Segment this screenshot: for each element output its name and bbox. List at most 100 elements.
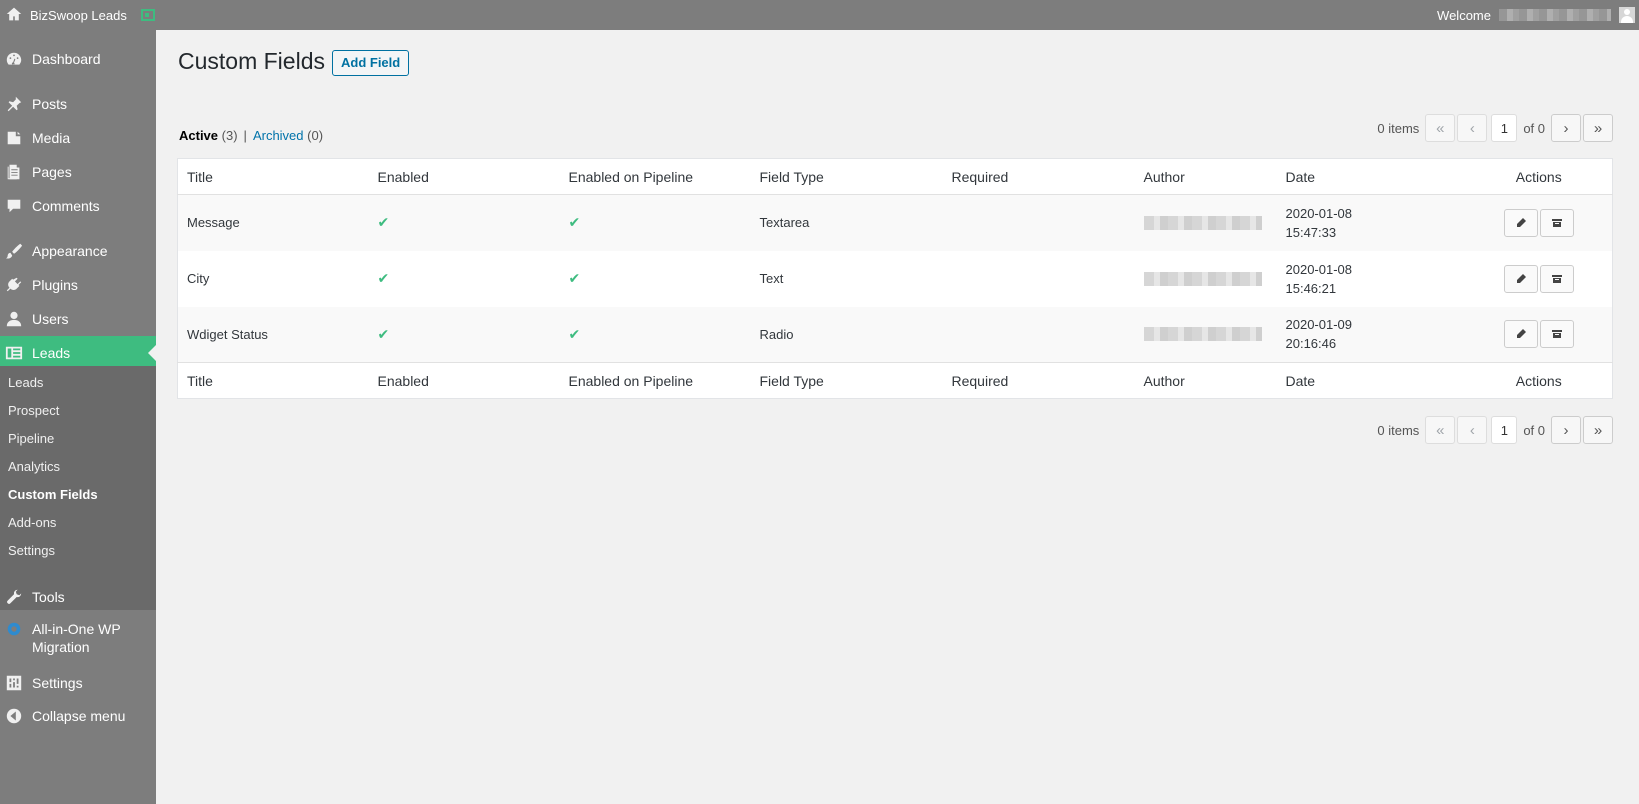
menu-leads[interactable]: Leads (0, 336, 156, 370)
table-header-row: Title Enabled Enabled on Pipeline Field … (177, 158, 1613, 195)
field-title: Message (187, 215, 240, 231)
archive-button[interactable] (1539, 264, 1574, 293)
menu-plugins[interactable]: Plugins (0, 272, 156, 298)
menu-label: Appearance (32, 243, 108, 259)
first-page-button: « (1425, 416, 1456, 444)
view-active-count: (3) (221, 128, 238, 143)
table-footer-row: Title Enabled Enabled on Pipeline Field … (177, 362, 1613, 399)
column-author: Author (1134, 158, 1277, 195)
submenu-prospect[interactable]: Prospect (8, 403, 59, 418)
submenu-add-ons[interactable]: Add-ons (8, 515, 56, 530)
home-icon (6, 6, 22, 25)
menu-label: Plugins (32, 277, 78, 293)
main-content: Custom Fields Add Field Active (3) | Archi… (156, 30, 1639, 804)
menu-collapse[interactable]: Collapse menu (0, 703, 156, 729)
add-field-button[interactable]: Add Field (332, 50, 410, 76)
column-required: Required (942, 362, 1135, 399)
menu-tools[interactable]: Tools (0, 584, 156, 610)
view-active-label: Active (179, 128, 219, 143)
prev-page-button: ‹ (1457, 416, 1488, 444)
total-pages: of 0 (1523, 120, 1545, 136)
leads-submenu: Leads Prospect Pipeline Analytics Custom… (0, 366, 156, 610)
field-date: 2020-01-09 20:16:46 (1277, 307, 1466, 363)
menu-label: All-in-One WP Migration (32, 621, 121, 655)
prev-page-button: ‹ (1457, 114, 1488, 142)
menu-comments[interactable]: Comments (0, 193, 156, 219)
submenu-settings[interactable]: Settings (8, 543, 55, 558)
menu-pages[interactable]: Pages (0, 159, 156, 185)
menu-posts[interactable]: Posts (0, 91, 156, 117)
menu-label: Posts (32, 96, 68, 112)
view-active[interactable]: Active (3) (179, 128, 238, 143)
edit-button[interactable] (1503, 208, 1538, 237)
next-page-button[interactable]: › (1551, 114, 1581, 142)
view-archived[interactable]: Archived (253, 128, 304, 143)
enabled-check-icon: ✔ (377, 325, 390, 342)
pipeline-check-icon: ✔ (568, 270, 581, 286)
total-pages: of 0 (1523, 422, 1545, 438)
field-date: 2020-01-08 15:47:33 (1277, 195, 1466, 251)
account-menu[interactable]: Welcome (1437, 7, 1639, 23)
view-separator: | (243, 128, 247, 143)
last-page-button[interactable]: » (1583, 114, 1613, 142)
column-enabled-on-pipeline: Enabled on Pipeline (559, 158, 751, 195)
redacted-author (1143, 327, 1262, 342)
table-row: Wdiget Status ✔ ✔ Radio 2020-01-09 20:16:… (177, 306, 1613, 363)
column-date[interactable]: Date (1276, 158, 1466, 195)
edit-button[interactable] (1503, 264, 1538, 293)
view-archived-count: (0) (307, 128, 324, 143)
current-page-input[interactable]: 1 (1491, 114, 1518, 142)
leads-badge-icon[interactable] (140, 9, 155, 21)
submenu-analytics[interactable]: Analytics (8, 459, 60, 474)
row-actions (1475, 264, 1604, 293)
next-page-button[interactable]: › (1551, 416, 1581, 444)
menu-dashboard[interactable]: Dashboard (0, 46, 156, 72)
column-actions: Actions (1465, 362, 1613, 399)
archive-icon (1551, 330, 1562, 339)
wrench-icon (4, 588, 24, 606)
site-link[interactable]: BizSwoop Leads (0, 0, 127, 30)
row-actions (1475, 208, 1604, 237)
pipeline-check-icon: ✔ (568, 214, 581, 231)
column-enabled-on-pipeline: Enabled on Pipeline (559, 362, 751, 399)
items-count: 0 items (1377, 120, 1420, 136)
column-title[interactable]: Title (177, 362, 369, 399)
submenu-leads[interactable]: Leads (8, 375, 43, 390)
field-required (943, 195, 1135, 251)
user-icon (4, 310, 24, 328)
avatar[interactable] (1619, 7, 1635, 23)
leads-icon (4, 344, 24, 362)
last-page-button[interactable]: » (1583, 416, 1613, 444)
date-time: 20:16:46 (1285, 336, 1337, 352)
edit-button[interactable] (1503, 320, 1538, 349)
items-count: 0 items (1377, 422, 1420, 438)
field-required (943, 307, 1135, 363)
column-title[interactable]: Title (177, 158, 369, 195)
settings-icon (4, 674, 24, 692)
archive-button[interactable] (1539, 208, 1574, 237)
menu-users[interactable]: Users (0, 306, 156, 332)
column-author: Author (1134, 362, 1277, 399)
pagination-top: 0 items « ‹ 1 of 0 › » (1377, 114, 1613, 142)
menu-settings[interactable]: Settings (0, 670, 156, 696)
page-title: Custom Fields (178, 48, 325, 74)
submenu-custom-fields[interactable]: Custom Fields (8, 487, 98, 502)
date-day: 2020-01-09 (1285, 317, 1353, 333)
submenu-pipeline[interactable]: Pipeline (8, 431, 54, 446)
pencil-icon (1516, 217, 1526, 227)
menu-label: Pages (32, 164, 72, 180)
table-row: City ✔ ✔ Text 2020-01-08 15:46:21 (178, 251, 1613, 307)
migration-icon (4, 620, 24, 638)
column-enabled: Enabled (368, 158, 560, 195)
column-required: Required (942, 158, 1135, 195)
custom-fields-table: Title Enabled Enabled on Pipeline Field … (177, 158, 1613, 399)
view-filters: Active (3) | Archived (0) (179, 128, 323, 143)
archive-button[interactable] (1539, 320, 1574, 349)
current-page-input[interactable]: 1 (1491, 416, 1518, 444)
menu-appearance[interactable]: Appearance (0, 238, 156, 264)
column-date[interactable]: Date (1276, 362, 1466, 399)
menu-all-in-one-wp-migration[interactable]: All-in-One WP Migration (0, 620, 156, 656)
menu-media[interactable]: Media (0, 125, 156, 151)
welcome-text: Welcome (1437, 7, 1491, 23)
dashboard-icon (4, 50, 24, 68)
